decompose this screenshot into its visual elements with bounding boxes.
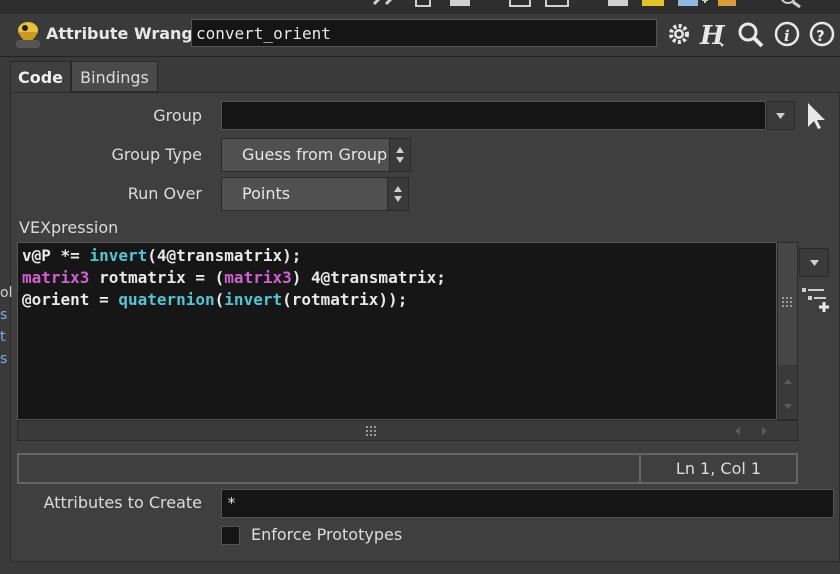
run-over-label: Run Over	[127, 184, 202, 203]
code-line[interactable]: @orient = quaternion(invert(rotmatrix));	[22, 289, 772, 311]
group-label: Group	[153, 106, 202, 125]
node-type-label: Attribute Wrangle	[46, 24, 210, 43]
vex-code-editor[interactable]: v@P *= invert(4@transmatrix); matrix3 rot…	[17, 242, 777, 420]
pane-icon[interactable]	[448, 0, 472, 8]
left-pane-fragment: ol s t s	[0, 285, 13, 367]
top-toolbar	[0, 0, 840, 14]
code-function: quaternion	[118, 290, 215, 309]
gear-icon[interactable]	[665, 20, 693, 48]
group-type-value: Guess from Group	[242, 145, 388, 164]
enforce-prototypes-checkbox[interactable]	[221, 526, 240, 545]
code-keyword: matrix3	[22, 268, 90, 287]
svg-text:H: H	[699, 21, 726, 48]
group-type-label: Group Type	[111, 145, 202, 164]
tab-bindings[interactable]: Bindings	[71, 61, 158, 92]
vexpression-label: VEXpression	[19, 218, 119, 237]
enforce-prototypes-label: Enforce Prototypes	[251, 525, 403, 544]
help-question-icon[interactable]: ?	[808, 20, 836, 48]
grip-icon	[782, 297, 792, 307]
layout-icon[interactable]	[414, 0, 436, 8]
menu-spin-icon	[389, 139, 410, 171]
select-arrow-icon[interactable]	[804, 101, 830, 131]
note-icon[interactable]	[640, 0, 666, 8]
code-text: rotmatrix = (	[89, 268, 225, 287]
svg-text:i: i	[784, 27, 790, 45]
menu-spin-icon	[387, 178, 408, 210]
tab-code[interactable]: Code	[10, 61, 71, 92]
vex-menu-button[interactable]	[799, 248, 829, 277]
editor-status-bar: Ln 1, Col 1	[17, 453, 798, 484]
code-line[interactable]: matrix3 rotmatrix = (matrix3) 4@transmat…	[22, 267, 772, 289]
code-text: ) 4@transmatrix;	[291, 268, 446, 287]
code-keyword: matrix3	[224, 268, 292, 287]
create-parameters-icon[interactable]	[800, 284, 832, 314]
grip-icon	[366, 426, 376, 436]
chevron-down-icon	[810, 260, 819, 266]
search-toolbar-icon[interactable]	[778, 0, 804, 8]
image-icon[interactable]	[544, 0, 570, 8]
scroll-up-down-icon[interactable]	[781, 374, 795, 414]
code-text: (	[214, 290, 225, 309]
node-name-field[interactable]: convert_orient	[191, 19, 657, 47]
code-function: invert	[224, 290, 283, 309]
scroll-left-right-icon[interactable]	[726, 424, 776, 438]
attributes-to-create-label: Attributes to Create	[43, 493, 202, 512]
table-icon[interactable]	[508, 0, 532, 8]
group-field[interactable]	[221, 101, 766, 130]
code-text: v@P *=	[22, 246, 90, 265]
code-text: (4@transmatrix);	[147, 246, 302, 265]
add-pane-icon[interactable]	[676, 0, 710, 8]
tool-icon[interactable]	[372, 0, 402, 8]
group-type-menu[interactable]: Guess from Group	[221, 138, 411, 172]
attributes-to-create-field[interactable]: *	[221, 489, 834, 518]
code-line[interactable]: v@P *= invert(4@transmatrix);	[22, 245, 772, 267]
search-icon[interactable]	[736, 20, 764, 48]
chevron-down-icon	[776, 113, 785, 119]
info-icon[interactable]: i	[773, 20, 801, 48]
run-over-menu[interactable]: Points	[221, 177, 409, 211]
editor-horizontal-scrollbar[interactable]	[17, 420, 798, 441]
run-over-value: Points	[242, 184, 291, 203]
group-dropdown-button[interactable]	[766, 101, 795, 130]
sticky-icon[interactable]	[716, 0, 740, 8]
help-h-icon[interactable]: H	[698, 20, 726, 48]
cursor-position: Ln 1, Col 1	[675, 459, 762, 478]
wrangle-node-icon	[16, 22, 40, 48]
code-function: invert	[89, 246, 148, 265]
code-text: (rotmatrix));	[282, 290, 408, 309]
copy-icon[interactable]	[606, 0, 630, 8]
code-text: @orient =	[22, 290, 119, 309]
editor-scroll-thumb[interactable]	[778, 243, 797, 365]
svg-text:?: ?	[816, 27, 825, 45]
